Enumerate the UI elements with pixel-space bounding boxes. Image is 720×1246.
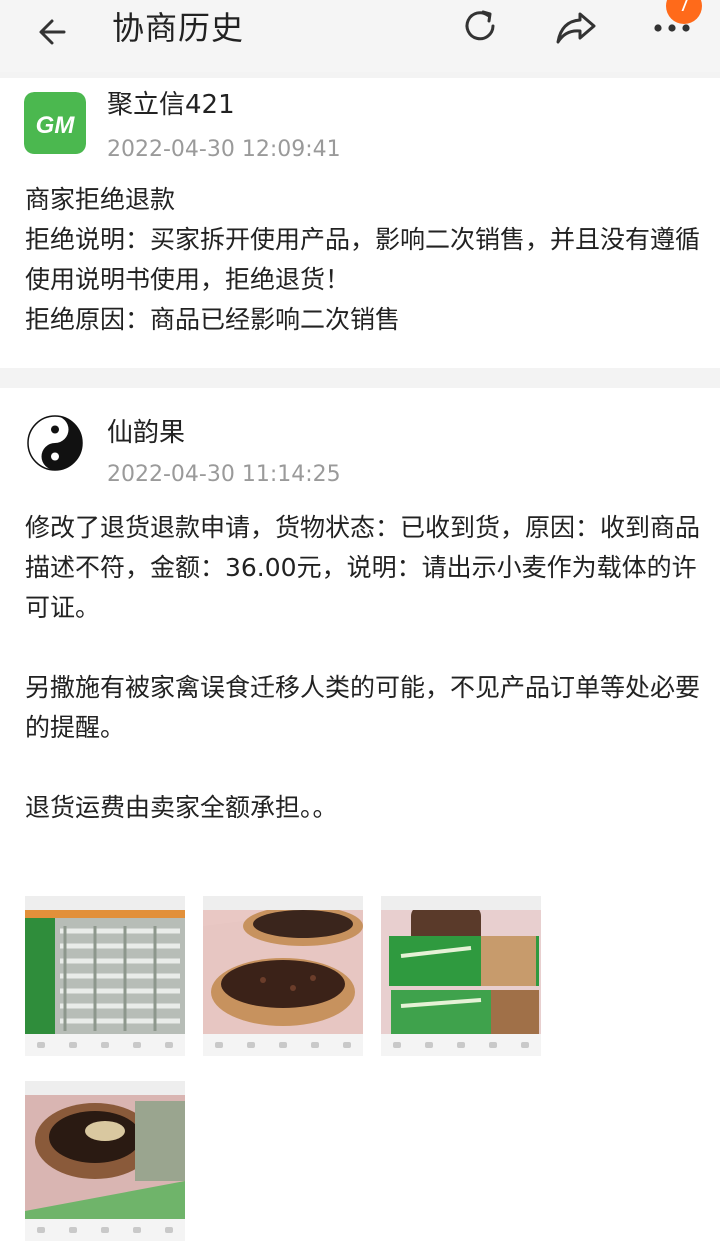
sender-name: 仙韵果 [107,418,186,448]
message-paragraph: 另撒施有被家禽误食迁移人类的可能，不见产品订单等处必要的提醒。 [25,673,701,742]
sender-name: 聚立信421 [107,90,235,120]
history-entry: 仙韵果 2022-04-30 11:14:25 修改了退货退款申请，货物状态：已… [0,388,720,1246]
message-body: 修改了退货退款申请，货物状态：已收到货，原因：收到商品描述不符，金额：36.00… [25,508,705,828]
message-line: 拒绝原因：商品已经影响二次销售 [25,305,401,334]
arrow-left-icon[interactable] [34,10,78,54]
message-paragraph: 退货运费由卖家全额承担。。 [25,793,338,822]
photo-thumbnail[interactable] [25,896,185,1056]
message-body: 商家拒绝退款 拒绝说明：买家拆开使用产品，影响二次销售，并且没有遵循使用说明书使… [25,180,705,340]
refresh-icon[interactable] [458,4,502,48]
history-entry: GM 聚立信421 2022-04-30 12:09:41 商家拒绝退款 拒绝说… [0,78,720,368]
message-line: 商家拒绝退款 [25,185,176,214]
yin-yang-icon [24,412,86,474]
svg-text:GM: GM [36,112,76,139]
message-paragraph: 修改了退货退款申请，货物状态：已收到货，原因：收到商品描述不符，金额：36.00… [25,513,701,622]
timestamp: 2022-04-30 12:09:41 [107,137,341,162]
share-icon[interactable] [552,4,600,48]
message-line: 拒绝说明：买家拆开使用产品，影响二次销售，并且没有遵循使用说明书使用，拒绝退货！ [25,225,701,294]
photo-thumbnail[interactable] [25,1081,185,1241]
photo-thumbnail[interactable] [381,896,541,1056]
photo-thumbnail[interactable] [203,896,363,1056]
gm-logo-icon: GM [24,92,86,154]
page-title: 协商历史 [112,9,245,47]
timestamp: 2022-04-30 11:14:25 [107,462,341,487]
top-bar: 协商历史 7 [0,0,720,72]
